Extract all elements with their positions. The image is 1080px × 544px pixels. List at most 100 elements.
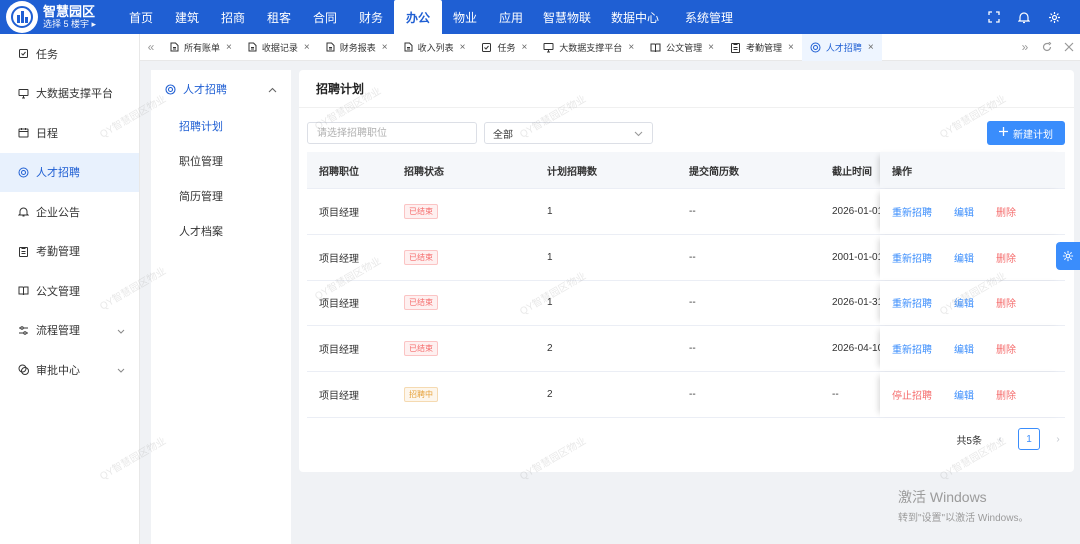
delete-button[interactable]: 删除 bbox=[996, 250, 1016, 265]
cell-position: 项目经理 bbox=[319, 299, 359, 311]
toggle-recruit-button[interactable]: 重新招聘 bbox=[892, 295, 932, 310]
tab[interactable]: 所有账单 × bbox=[162, 34, 240, 61]
topnav-item[interactable]: 租客 bbox=[256, 0, 302, 34]
topnav-item[interactable]: 办公 bbox=[394, 0, 442, 34]
submenu-header[interactable]: 人才招聘 bbox=[151, 70, 291, 108]
close-icon[interactable]: × bbox=[868, 42, 874, 53]
topnav-item[interactable]: 物业 bbox=[442, 0, 488, 34]
tab[interactable]: 公文管理 × bbox=[642, 34, 722, 61]
tab-label: 所有账单 bbox=[184, 42, 221, 53]
status-select[interactable]: 全部 bbox=[484, 122, 653, 144]
sidebar-item[interactable]: 日程 bbox=[0, 113, 139, 153]
tabs-next-icon[interactable]: » bbox=[1014, 34, 1036, 61]
delete-button[interactable]: 删除 bbox=[996, 387, 1016, 402]
task-icon bbox=[17, 48, 29, 60]
tab[interactable]: 大数据支撑平台 × bbox=[535, 34, 642, 61]
topnav-item[interactable]: 合同 bbox=[302, 0, 348, 34]
tab[interactable]: 任务 × bbox=[473, 34, 535, 61]
table-row: 项目经理 已结束 1 -- 2026-01-31 重新招聘 编辑 删除 bbox=[307, 280, 1065, 327]
close-icon[interactable]: × bbox=[304, 42, 310, 53]
tabs-prev-icon[interactable]: « bbox=[140, 34, 162, 61]
topnav-item[interactable]: 建筑 bbox=[164, 0, 210, 34]
tab[interactable]: 考勤管理 × bbox=[722, 34, 802, 61]
prev-page-icon[interactable]: ‹ bbox=[994, 434, 1006, 445]
next-page-icon[interactable]: › bbox=[1052, 434, 1064, 445]
submenu-item[interactable]: 人才档案 bbox=[151, 213, 291, 248]
close-icon[interactable]: × bbox=[382, 42, 388, 53]
close-icon[interactable]: × bbox=[521, 42, 527, 53]
edit-button[interactable]: 编辑 bbox=[954, 295, 974, 310]
target-icon bbox=[17, 166, 29, 178]
brand[interactable]: 智慧园区 选择 5 楼宇 ▸ bbox=[0, 0, 118, 34]
topnav-item[interactable]: 智慧物联 bbox=[534, 0, 600, 34]
chevron-up-icon[interactable] bbox=[268, 84, 277, 96]
topnav-item[interactable]: 系统管理 bbox=[670, 0, 748, 34]
edit-button[interactable]: 编辑 bbox=[954, 387, 974, 402]
edit-button[interactable]: 编辑 bbox=[954, 250, 974, 265]
tab-label: 大数据支撑平台 bbox=[559, 42, 623, 53]
status-badge: 已结束 bbox=[404, 295, 438, 311]
sidebar-item[interactable]: 企业公告 bbox=[0, 192, 139, 232]
tab[interactable]: 收据记录 × bbox=[240, 34, 318, 61]
tab[interactable]: 收入列表 × bbox=[396, 34, 474, 61]
close-icon[interactable]: × bbox=[226, 42, 232, 53]
delete-button[interactable]: 删除 bbox=[996, 295, 1016, 310]
sidebar-item[interactable]: 人才招聘 bbox=[0, 152, 139, 192]
fullscreen-icon[interactable] bbox=[986, 9, 1002, 25]
column-header: 提交简历数 bbox=[689, 166, 739, 178]
sidebar-item[interactable]: 审批中心 bbox=[0, 350, 139, 390]
submenu-title: 人才招聘 bbox=[183, 84, 227, 96]
task-icon bbox=[481, 42, 492, 53]
toggle-recruit-button[interactable]: 重新招聘 bbox=[892, 341, 932, 356]
settings-icon[interactable] bbox=[1046, 9, 1062, 25]
building-selector[interactable]: 选择 5 楼宇 ▸ bbox=[43, 19, 96, 30]
refresh-icon[interactable] bbox=[1036, 34, 1058, 61]
delete-button[interactable]: 删除 bbox=[996, 341, 1016, 356]
column-header: 招聘职位 bbox=[319, 166, 359, 178]
submenu-item[interactable]: 简历管理 bbox=[151, 178, 291, 213]
submenu-item[interactable]: 招聘计划 bbox=[151, 108, 291, 143]
plus-icon bbox=[999, 127, 1008, 139]
table-row: 项目经理 已结束 1 -- 2026-01-01 重新招聘 编辑 删除 bbox=[307, 189, 1065, 235]
close-icon[interactable]: × bbox=[708, 42, 714, 53]
cell-status: 已结束 bbox=[392, 203, 535, 219]
tab-label: 公文管理 bbox=[666, 42, 703, 53]
tabs-bar: « 所有账单 × 收据记录 × 财务报表 × 收入列表 × 任务 × 大数据支撑平台 × 公文管理 × 考勤… bbox=[140, 33, 1080, 61]
cell-actions: 重新招聘 编辑 删除 bbox=[880, 280, 1065, 326]
toggle-recruit-button[interactable]: 重新招聘 bbox=[892, 204, 932, 219]
topnav-item[interactable]: 数据中心 bbox=[600, 0, 670, 34]
topnav-item[interactable]: 首页 bbox=[118, 0, 164, 34]
sidebar-item[interactable]: 公文管理 bbox=[0, 271, 139, 311]
close-all-icon[interactable] bbox=[1058, 34, 1080, 61]
cell-status: 招聘中 bbox=[392, 387, 535, 403]
sidebar-item[interactable]: 流程管理 bbox=[0, 311, 139, 351]
sidebar-item[interactable]: 任务 bbox=[0, 34, 139, 74]
activation-subtitle: 转到"设置"以激活 Windows。 bbox=[898, 513, 1029, 524]
close-icon[interactable]: × bbox=[788, 42, 794, 53]
topnav-item[interactable]: 招商 bbox=[210, 0, 256, 34]
topnav-item[interactable]: 财务 bbox=[348, 0, 394, 34]
submenu-item[interactable]: 职位管理 bbox=[151, 143, 291, 178]
toggle-recruit-button[interactable]: 重新招聘 bbox=[892, 250, 932, 265]
sidebar-item[interactable]: 考勤管理 bbox=[0, 232, 139, 272]
edit-button[interactable]: 编辑 bbox=[954, 204, 974, 219]
topnav-item[interactable]: 应用 bbox=[488, 0, 534, 34]
cell-resumes: -- bbox=[689, 297, 696, 309]
close-icon[interactable]: × bbox=[628, 42, 634, 53]
tab[interactable]: 人才招聘 × bbox=[801, 33, 882, 61]
settings-float-button[interactable] bbox=[1056, 242, 1080, 270]
new-plan-button[interactable]: 新建计划 bbox=[987, 121, 1065, 145]
sidebar-item[interactable]: 大数据支撑平台 bbox=[0, 74, 139, 114]
close-icon[interactable]: × bbox=[460, 42, 466, 53]
toggle-recruit-button[interactable]: 停止招聘 bbox=[892, 387, 932, 402]
cell-deadline: 2001-01-01 bbox=[832, 251, 880, 263]
bell-icon[interactable] bbox=[1016, 9, 1032, 25]
tab[interactable]: 财务报表 × bbox=[318, 34, 396, 61]
monitor-icon bbox=[17, 87, 29, 99]
cell-resumes: -- bbox=[689, 205, 696, 217]
status-badge: 已结束 bbox=[404, 341, 438, 357]
edit-button[interactable]: 编辑 bbox=[954, 341, 974, 356]
page-number[interactable]: 1 bbox=[1018, 428, 1040, 450]
position-search-input[interactable] bbox=[307, 122, 477, 144]
delete-button[interactable]: 删除 bbox=[996, 204, 1016, 219]
